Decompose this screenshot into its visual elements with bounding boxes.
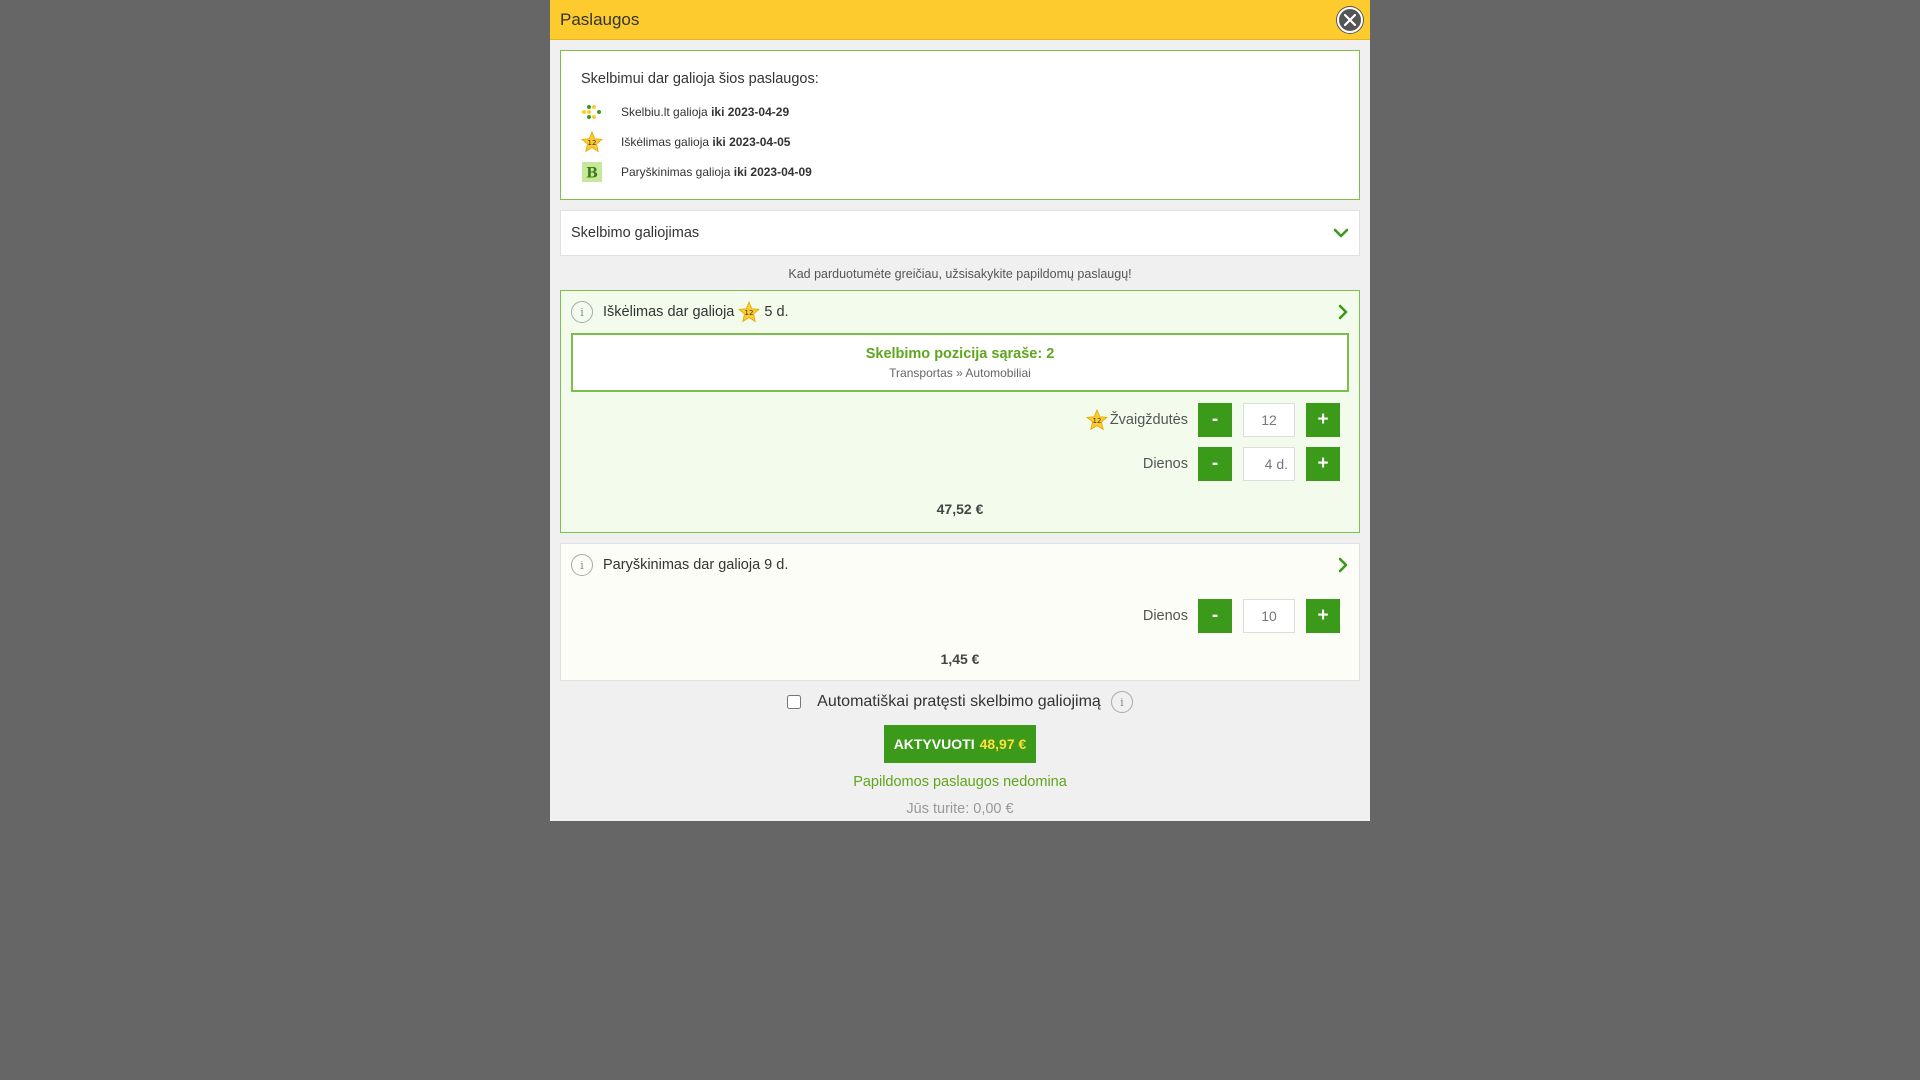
stars-label: Žvaigždutės (1109, 412, 1188, 428)
highlight-days-stepper: Dienos - + (571, 442, 1349, 486)
promo-text: Kad parduotumėte greičiau, užsisakykite … (788, 267, 1132, 281)
stars-stepper: 12 Žvaigždutės - + (571, 398, 1349, 442)
auto-renew-label: Automatiškai pratęsti skelbimo galiojimą (817, 693, 1101, 710)
star-12-icon: 12 (738, 301, 761, 323)
validity-label: Skelbimo galiojimas (571, 225, 700, 241)
bold-service-card: i Paryškinimas dar galioja 9 d. Dienos -… (560, 543, 1360, 681)
activate-button[interactable]: AKTYVUOTI 48,97 € (883, 725, 1037, 763)
active-services-heading: Skelbimui dar galioja šios paslaugos: (581, 71, 819, 87)
decline-link[interactable]: Papildomos paslaugos nedomina (560, 774, 1360, 790)
position-title: Skelbimo pozicija sąraše: 2 (865, 345, 1055, 362)
info-icon[interactable]: i (571, 301, 593, 323)
chevron-right-icon[interactable] (1337, 557, 1349, 573)
position-box: Skelbimo pozicija sąraše: 2 Transportas … (571, 333, 1349, 392)
svg-text:B: B (586, 166, 598, 182)
modal-title: Paslaugos (560, 9, 640, 29)
bold-days-plus-button[interactable]: + (1306, 599, 1340, 633)
highlight-card-header[interactable]: i Iškėlimas dar galioja 12 5 d. (571, 291, 1349, 333)
bold-price: 1,45 € (940, 651, 980, 667)
services-modal: Paslaugos Skelbimui dar galioja šios pas… (550, 0, 1370, 821)
svg-text:12: 12 (745, 309, 754, 317)
highlight-title-prefix: Iškėlimas dar galioja (603, 304, 735, 320)
active-service-label: Iškėlimas galioja (621, 135, 710, 149)
svg-text:12: 12 (588, 139, 597, 147)
modal-header: Paslaugos (550, 0, 1370, 40)
balance-text: Jūs turite: 0,00 € (906, 801, 1014, 817)
days-label: Dienos (1142, 608, 1188, 624)
bold-days-minus-button[interactable]: - (1198, 599, 1232, 633)
info-icon[interactable]: i (571, 554, 593, 576)
active-service-highlight: 12 Iškėlimas galioja iki 2023-04-05 (581, 127, 1339, 157)
stars-input[interactable] (1243, 403, 1295, 437)
chevron-right-icon[interactable] (1337, 304, 1349, 320)
bold-days-stepper: Dienos - + (571, 594, 1349, 638)
active-service-label: Paryškinimas galioja (621, 165, 731, 179)
close-button[interactable] (1337, 7, 1363, 33)
active-service-label: Skelbiu.lt galioja (621, 105, 708, 119)
highlight-title-suffix: 5 d. (764, 304, 789, 320)
bold-card-header[interactable]: i Paryškinimas dar galioja 9 d. (571, 544, 1349, 586)
activate-amount: 48,97 € (979, 736, 1027, 752)
skelbiu-logo-icon (581, 101, 603, 123)
position-path: Transportas » Automobiliai (889, 365, 1031, 380)
close-icon (1344, 14, 1356, 26)
active-service-bold: B Paryškinimas galioja iki 2023-04-09 (581, 157, 1339, 187)
activate-label: AKTYVUOTI (893, 736, 975, 752)
days-plus-button[interactable]: + (1306, 447, 1340, 481)
star-12-icon: 12 (581, 131, 603, 153)
info-icon[interactable]: i (1110, 691, 1133, 713)
highlight-price: 47,52 € (936, 501, 984, 517)
active-services-box: Skelbimui dar galioja šios paslaugos: Sk… (560, 50, 1360, 200)
highlight-service-card: i Iškėlimas dar galioja 12 5 d. Skelbimo… (560, 290, 1360, 533)
chevron-down-icon (1333, 228, 1349, 238)
days-minus-button[interactable]: - (1198, 447, 1232, 481)
auto-renew-checkbox[interactable] (787, 695, 802, 709)
active-service-until: iki 2023-04-09 (733, 165, 812, 179)
active-service-until: iki 2023-04-05 (712, 135, 791, 149)
bold-days-input[interactable] (1243, 599, 1295, 633)
bold-title: Paryškinimas dar galioja 9 d. (603, 557, 789, 573)
auto-renew-row: Automatiškai pratęsti skelbimo galiojimą… (560, 691, 1360, 713)
active-service-skelbiu: Skelbiu.lt galioja iki 2023-04-29 (581, 97, 1339, 127)
star-12-icon: 12 (1085, 409, 1108, 431)
stars-minus-button[interactable]: - (1198, 403, 1232, 437)
days-label: Dienos (1142, 456, 1188, 472)
bold-b-icon: B (581, 161, 603, 183)
stars-plus-button[interactable]: + (1306, 403, 1340, 437)
active-service-until: iki 2023-04-29 (711, 105, 790, 119)
modal-body: Skelbimui dar galioja šios paslaugos: Sk… (550, 40, 1370, 817)
validity-accordion[interactable]: Skelbimo galiojimas (560, 210, 1360, 256)
svg-text:12: 12 (1092, 417, 1101, 425)
days-input[interactable] (1243, 447, 1295, 481)
